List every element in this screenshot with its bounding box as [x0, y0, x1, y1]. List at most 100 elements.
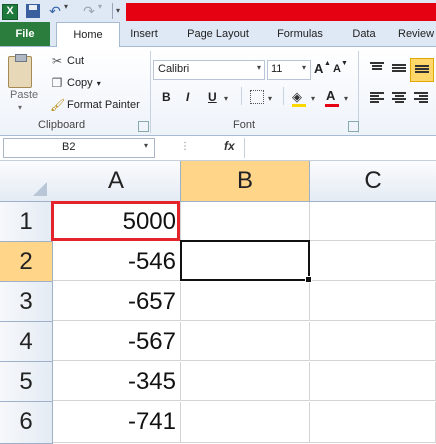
formula-input[interactable]	[248, 138, 436, 158]
cut-label: Cut	[67, 55, 85, 67]
row-header-6[interactable]: 6	[0, 402, 53, 444]
fill-handle[interactable]	[305, 276, 312, 283]
ribbon-tabs: File Home Insert Page Layout Formulas Da…	[0, 22, 436, 48]
undo-dropdown-icon[interactable]: ▾	[64, 0, 68, 14]
underline-dropdown-icon[interactable]: ▾	[224, 94, 228, 103]
divider	[241, 87, 242, 105]
divider	[244, 138, 245, 158]
dialog-launcher-icon[interactable]	[138, 121, 149, 132]
copy-icon: ❐	[51, 76, 63, 90]
column-header-b[interactable]: B	[181, 161, 310, 202]
chevron-down-icon[interactable]: ▾	[302, 63, 306, 72]
excel-app-icon[interactable]: X	[2, 4, 18, 20]
column-header-a[interactable]: A	[52, 161, 181, 202]
cell-c3[interactable]	[310, 282, 436, 321]
chevron-down-icon[interactable]: ▾	[144, 141, 148, 150]
tab-review[interactable]: Review	[398, 22, 436, 46]
fill-color-dropdown-icon[interactable]: ▾	[311, 94, 315, 103]
cell-b1[interactable]	[181, 202, 310, 241]
font-name-value: Calibri	[158, 63, 190, 75]
tab-home[interactable]: Home	[56, 22, 120, 48]
undo-icon[interactable]: ↶	[48, 4, 62, 18]
align-center-icon[interactable]	[392, 92, 406, 104]
paste-button-label[interactable]: Paste	[10, 89, 38, 101]
save-icon[interactable]	[26, 4, 40, 18]
bold-button[interactable]: B	[162, 90, 171, 104]
select-all-icon	[33, 182, 47, 196]
fill-color-swatch	[292, 104, 306, 107]
align-left-icon[interactable]	[370, 92, 384, 104]
paste-dropdown-icon[interactable]: ▾	[18, 103, 22, 112]
redo-dropdown-icon[interactable]: ▾	[98, 0, 102, 14]
fill-color-icon[interactable]: ◈	[292, 89, 302, 105]
copy-label: Copy	[67, 77, 93, 89]
cell-b6[interactable]	[181, 402, 310, 443]
copy-button[interactable]: ❐ Copy ▾	[50, 74, 101, 92]
align-bottom-button[interactable]	[410, 58, 434, 82]
italic-button[interactable]: I	[186, 90, 189, 104]
cell-c1[interactable]	[310, 202, 436, 241]
copy-dropdown-icon[interactable]: ▾	[97, 79, 101, 88]
align-bottom-icon	[415, 65, 429, 77]
name-box-value: B2	[62, 141, 76, 153]
cell-b5[interactable]	[181, 362, 310, 401]
underline-button[interactable]: U	[208, 90, 217, 104]
divider	[283, 87, 284, 105]
font-color-swatch	[325, 104, 339, 107]
font-size-value: 11	[271, 63, 283, 75]
clipboard-group-label: Clipboard	[38, 119, 86, 131]
redo-icon[interactable]: ↷	[82, 4, 96, 18]
tab-page-layout[interactable]: Page Layout	[180, 22, 256, 46]
name-box[interactable]	[3, 138, 155, 158]
font-color-button[interactable]: A	[326, 88, 335, 103]
title-bar	[126, 3, 436, 21]
column-header-c[interactable]: C	[310, 161, 436, 202]
tab-formulas[interactable]: Formulas	[270, 22, 330, 46]
tab-file[interactable]: File	[0, 22, 50, 46]
row-header-4[interactable]: 4	[0, 322, 53, 362]
row-header-5[interactable]: 5	[0, 362, 53, 402]
font-color-dropdown-icon[interactable]: ▾	[344, 94, 348, 103]
insert-function-icon[interactable]: fx	[224, 139, 235, 153]
highlight-box-a1	[51, 201, 180, 241]
row-header-1[interactable]: 1	[0, 202, 53, 242]
tab-data[interactable]: Data	[344, 22, 384, 46]
cell-b3[interactable]	[181, 282, 310, 321]
format-painter-label: Format Painter	[67, 99, 140, 111]
cell-c6[interactable]	[310, 402, 436, 443]
shrink-arrow-icon: ▼	[341, 60, 348, 67]
resize-handle-icon[interactable]: ⋮	[180, 140, 190, 154]
cell-b4[interactable]	[181, 322, 310, 361]
shrink-font-button[interactable]: A	[333, 63, 341, 75]
chevron-down-icon[interactable]: ▾	[257, 63, 261, 72]
cell-c2[interactable]	[310, 242, 436, 281]
align-right-icon[interactable]	[414, 92, 428, 104]
paintbrush-icon: 🖌	[50, 98, 66, 112]
format-painter-button[interactable]: 🖌 Format Painter	[50, 96, 140, 114]
cut-button[interactable]: ✂ Cut	[50, 52, 84, 70]
cell-a4[interactable]: -567	[53, 322, 181, 361]
align-middle-icon[interactable]	[392, 64, 406, 76]
paste-icon[interactable]	[8, 54, 32, 88]
dialog-launcher-icon[interactable]	[348, 121, 359, 132]
borders-icon[interactable]	[250, 90, 264, 104]
row-header-3[interactable]: 3	[0, 282, 53, 322]
row-header-2[interactable]: 2	[0, 242, 53, 282]
borders-dropdown-icon[interactable]: ▾	[268, 94, 272, 103]
cell-a5[interactable]: -345	[53, 362, 181, 401]
align-top-icon[interactable]	[370, 62, 384, 74]
cell-a2[interactable]: -546	[53, 242, 181, 281]
tab-insert[interactable]: Insert	[124, 22, 164, 46]
grow-font-button[interactable]: A	[314, 61, 323, 76]
scissors-icon: ✂	[51, 54, 63, 68]
cell-a6[interactable]: -741	[53, 402, 181, 443]
grow-arrow-icon: ▲	[324, 60, 331, 67]
toolbar-divider	[112, 3, 113, 19]
cell-a3[interactable]: -657	[53, 282, 181, 321]
active-cell-border	[180, 240, 310, 281]
cell-c4[interactable]	[310, 322, 436, 361]
cell-c5[interactable]	[310, 362, 436, 401]
font-group-label: Font	[233, 119, 256, 131]
customize-qat-icon[interactable]: ▾	[116, 4, 124, 18]
group-divider	[150, 51, 151, 133]
